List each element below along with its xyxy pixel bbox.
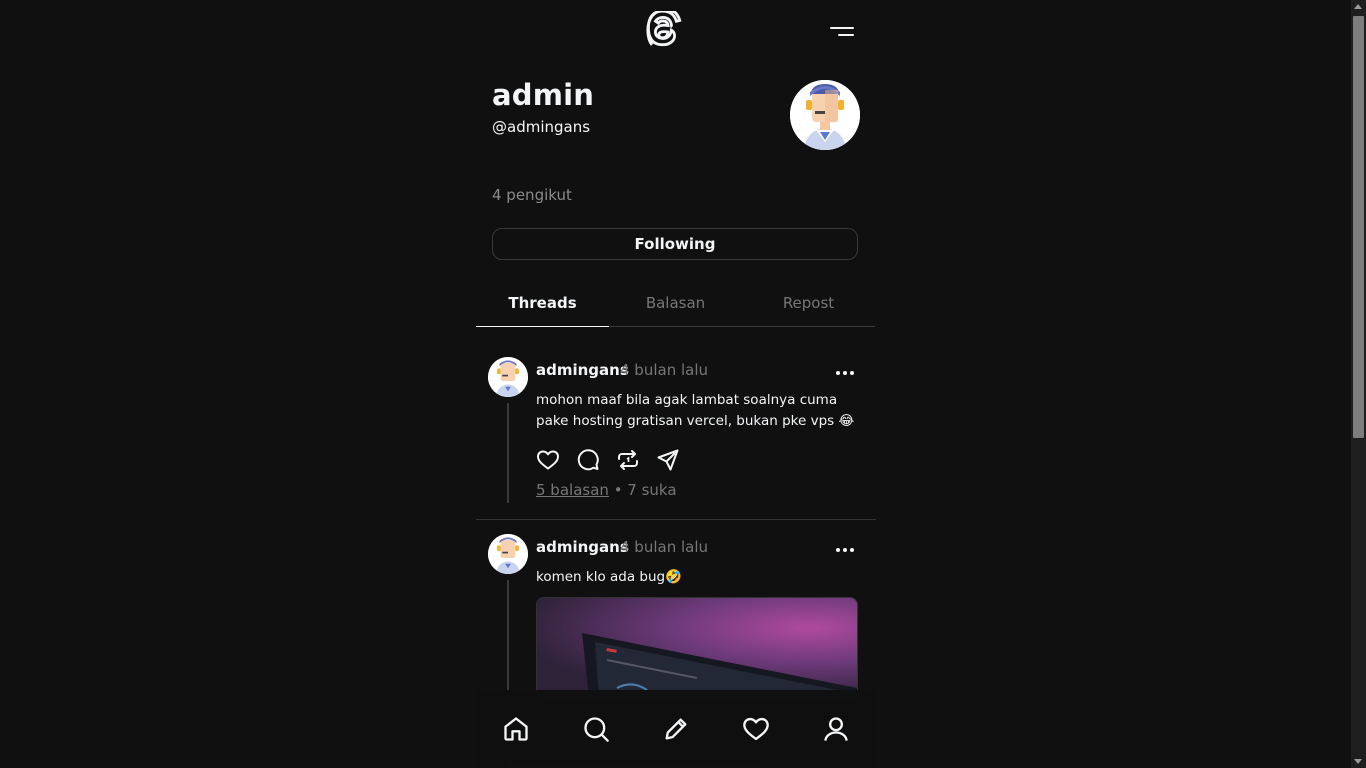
- profile-avatar[interactable]: [790, 80, 860, 150]
- followers-count[interactable]: 4 pengikut: [492, 186, 572, 204]
- likes-count: • 7 suka: [613, 481, 677, 499]
- profile-handle: @admingans: [492, 118, 591, 136]
- avatar[interactable]: [488, 534, 528, 574]
- replies-link[interactable]: 5 balasan: [536, 481, 609, 499]
- post-time: 4 bulan lalu: [620, 538, 709, 556]
- post-meta: 5 balasan • 7 suka: [536, 481, 677, 499]
- threads-logo-icon[interactable]: [646, 11, 682, 49]
- post-username[interactable]: admingans: [536, 361, 629, 379]
- tab-repost[interactable]: Repost: [742, 280, 875, 326]
- post-text: mohon maaf bila agak lambat soalnya cuma…: [536, 392, 855, 429]
- scroll-down-icon[interactable]: [1354, 759, 1362, 764]
- thread-line: [507, 403, 509, 503]
- profile-name: admin: [492, 78, 595, 112]
- avatar[interactable]: [488, 357, 528, 397]
- post-actions: [536, 448, 680, 472]
- avatar-illustration: [488, 534, 528, 574]
- avatar-illustration: [488, 357, 528, 397]
- more-icon[interactable]: [836, 547, 854, 553]
- home-icon[interactable]: [501, 714, 531, 744]
- laptop-photo: [582, 633, 857, 698]
- page-scrollbar[interactable]: [1351, 0, 1366, 768]
- following-button[interactable]: Following: [492, 228, 858, 260]
- post-item[interactable]: admingans 4 bulan lalu mohon maaf bila a…: [476, 327, 876, 520]
- scroll-up-icon[interactable]: [1354, 4, 1362, 9]
- edit-icon[interactable]: [661, 714, 691, 744]
- repost-icon[interactable]: [616, 448, 640, 472]
- scroll-thumb[interactable]: [1353, 16, 1364, 438]
- heart-icon[interactable]: [536, 448, 560, 472]
- post-username[interactable]: admingans: [536, 538, 629, 556]
- post-image[interactable]: [536, 597, 858, 699]
- bottom-navigation: [476, 690, 876, 768]
- search-icon[interactable]: [581, 714, 611, 744]
- more-icon[interactable]: [836, 370, 854, 376]
- profile-tabs: Threads Balasan Repost: [476, 280, 875, 327]
- thread-line: [507, 580, 509, 690]
- send-icon[interactable]: [656, 448, 680, 472]
- heart-icon[interactable]: [741, 714, 771, 744]
- tab-balasan[interactable]: Balasan: [609, 280, 742, 326]
- user-icon[interactable]: [821, 714, 851, 744]
- avatar-illustration: [790, 80, 860, 150]
- post-time: 4 bulan lalu: [620, 361, 709, 379]
- tab-threads[interactable]: Threads: [476, 280, 609, 327]
- comment-icon[interactable]: [576, 448, 600, 472]
- post-text: komen klo ada bug🤣: [536, 569, 682, 585]
- menu-icon[interactable]: [828, 22, 854, 38]
